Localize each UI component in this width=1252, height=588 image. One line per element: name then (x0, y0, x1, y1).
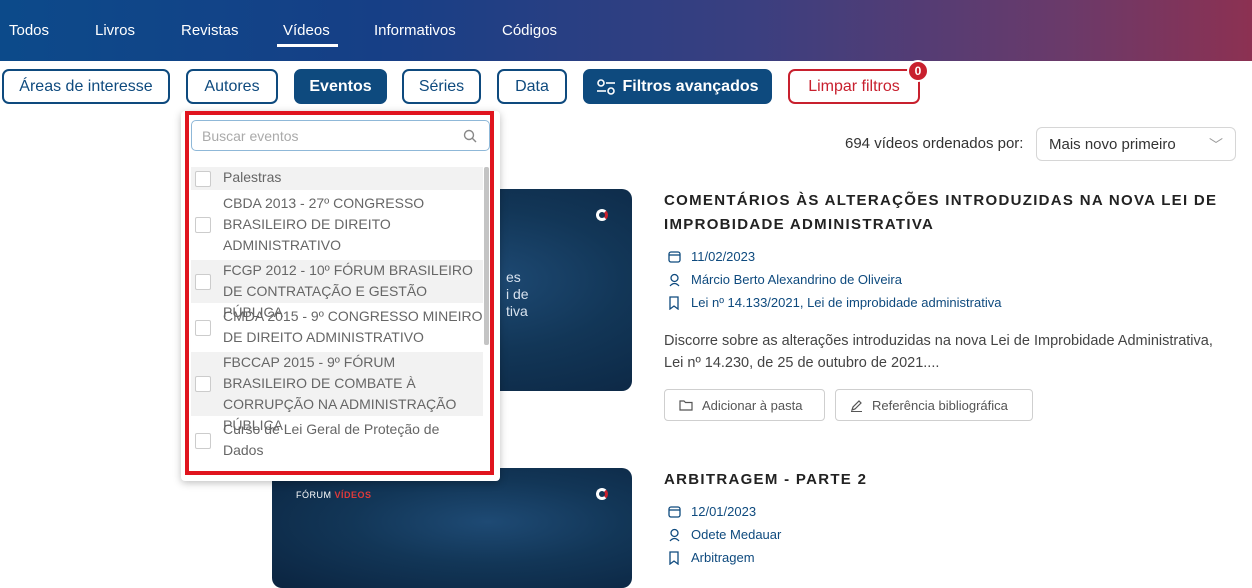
author-link[interactable]: Odete Medauar (691, 527, 781, 542)
video-tag[interactable]: Arbitragem (667, 550, 755, 565)
areas-filter-button[interactable]: Áreas de interesse (2, 69, 170, 104)
checkbox[interactable] (195, 273, 211, 290)
pencil-icon (851, 399, 862, 412)
sliders-icon (597, 78, 616, 95)
tab-livros[interactable]: Livros (95, 22, 135, 39)
event-option[interactable]: Curso de Lei Geral de Proteção de Dados (191, 419, 483, 462)
event-option-label: FBCCAP 2015 - 9º FÓRUM BRASILEIRO DE COM… (223, 354, 457, 433)
thumbnail-text: i de (506, 286, 529, 302)
advanced-filters-label: Filtros avançados (622, 77, 759, 95)
thumbnail-text: es (506, 269, 521, 285)
bookmark-icon (667, 295, 681, 310)
event-option-label: Palestras (223, 169, 282, 185)
tab-codigos[interactable]: Códigos (502, 22, 557, 39)
checkbox[interactable] (195, 170, 211, 187)
thumbnail-text: tiva (506, 303, 528, 319)
video-author[interactable]: Odete Medauar (667, 527, 781, 542)
autores-filter-button[interactable]: Autores (186, 69, 278, 104)
advanced-filters-button[interactable]: Filtros avançados (583, 69, 772, 104)
series-filter-button[interactable]: Séries (402, 69, 481, 104)
top-navigation: Todos Livros Revistas Vídeos Informativo… (0, 0, 1252, 61)
video-description: Discorre sobre as alterações introduzida… (664, 333, 1213, 371)
event-option[interactable]: FBCCAP 2015 - 9º FÓRUM BRASILEIRO DE COM… (191, 352, 483, 433)
folder-icon (679, 400, 693, 411)
results-count: 694 vídeos ordenados por: (845, 135, 1024, 152)
dropdown-scrollbar[interactable] (484, 167, 489, 345)
checkbox[interactable] (195, 432, 211, 449)
video-title[interactable]: COMENTÁRIOS ÀS ALTERAÇÕES INTRODUZIDAS N… (664, 189, 1224, 237)
video-thumbnail[interactable]: FÓRUM VÍDEOS (272, 468, 632, 588)
video-title[interactable]: ARBITRAGEM - PARTE 2 (664, 468, 1224, 492)
video-date: 12/01/2023 (667, 504, 756, 519)
event-option[interactable]: CMDA 2015 - 9º CONGRESSO MINEIRO DE DIRE… (191, 306, 483, 349)
brand-logo-icon (596, 488, 608, 500)
tab-videos[interactable]: Vídeos (277, 22, 338, 47)
add-to-folder-label: Adicionar à pasta (702, 397, 803, 413)
calendar-icon (667, 505, 681, 519)
bibliographic-reference-button[interactable]: Referência bibliográfica (835, 389, 1033, 421)
thumbnail-brand: FÓRUM VÍDEOS (296, 490, 372, 500)
date-text: 11/02/2023 (691, 249, 756, 264)
event-option[interactable]: CBDA 2013 - 27º CONGRESSO BRASILEIRO DE … (191, 193, 483, 256)
chevron-down-icon: ﹀ (1209, 137, 1223, 153)
add-to-folder-button[interactable]: Adicionar à pasta (664, 389, 825, 421)
speaker-icon (667, 273, 681, 287)
video-date: 11/02/2023 (667, 249, 755, 264)
event-search-input[interactable] (202, 127, 452, 145)
checkbox[interactable] (195, 216, 211, 233)
brand-logo-icon (596, 209, 608, 221)
tag-link[interactable]: Arbitragem (691, 550, 755, 565)
date-text: 12/01/2023 (691, 504, 757, 519)
event-search-field[interactable] (191, 120, 490, 151)
author-link[interactable]: Márcio Berto Alexandrino de Oliveira (691, 272, 902, 287)
video-author[interactable]: Márcio Berto Alexandrino de Oliveira (667, 272, 902, 287)
search-icon[interactable] (463, 129, 477, 143)
tab-todos[interactable]: Todos (9, 22, 49, 39)
event-option[interactable]: FCGP 2012 - 10º FÓRUM BRASILEIRO DE CONT… (191, 260, 483, 320)
checkbox[interactable] (195, 376, 211, 392)
eventos-filter-button[interactable]: Eventos (294, 69, 387, 104)
bookmark-icon (667, 550, 681, 565)
event-option-label: CMDA 2015 - 9º CONGRESSO MINEIRO DE DIRE… (223, 308, 483, 345)
event-option-label: FCGP 2012 - 10º FÓRUM BRASILEIRO DE CONT… (223, 262, 473, 320)
event-option[interactable]: Palestras (191, 167, 483, 190)
video-tag[interactable]: Lei nº 14.133/2021, Lei de improbidade a… (667, 295, 1001, 310)
tag-link[interactable]: Lei nº 14.133/2021, Lei de improbidade a… (691, 295, 1001, 310)
sort-select[interactable]: Mais novo primeiro ﹀ (1036, 127, 1236, 161)
sort-value: Mais novo primeiro (1049, 136, 1176, 153)
data-filter-button[interactable]: Data (497, 69, 567, 104)
clear-filters-button[interactable]: Limpar filtros (788, 69, 920, 104)
checkbox[interactable] (195, 319, 211, 336)
event-option-label: CBDA 2013 - 27º CONGRESSO BRASILEIRO DE … (223, 195, 425, 253)
calendar-icon (667, 250, 681, 264)
speaker-icon (667, 528, 681, 542)
tab-revistas[interactable]: Revistas (181, 22, 239, 39)
reference-label: Referência bibliográfica (872, 397, 1008, 413)
filter-count-badge: 0 (907, 60, 929, 82)
tab-informativos[interactable]: Informativos (374, 22, 456, 39)
event-option-label: Curso de Lei Geral de Proteção de Dados (223, 421, 440, 458)
